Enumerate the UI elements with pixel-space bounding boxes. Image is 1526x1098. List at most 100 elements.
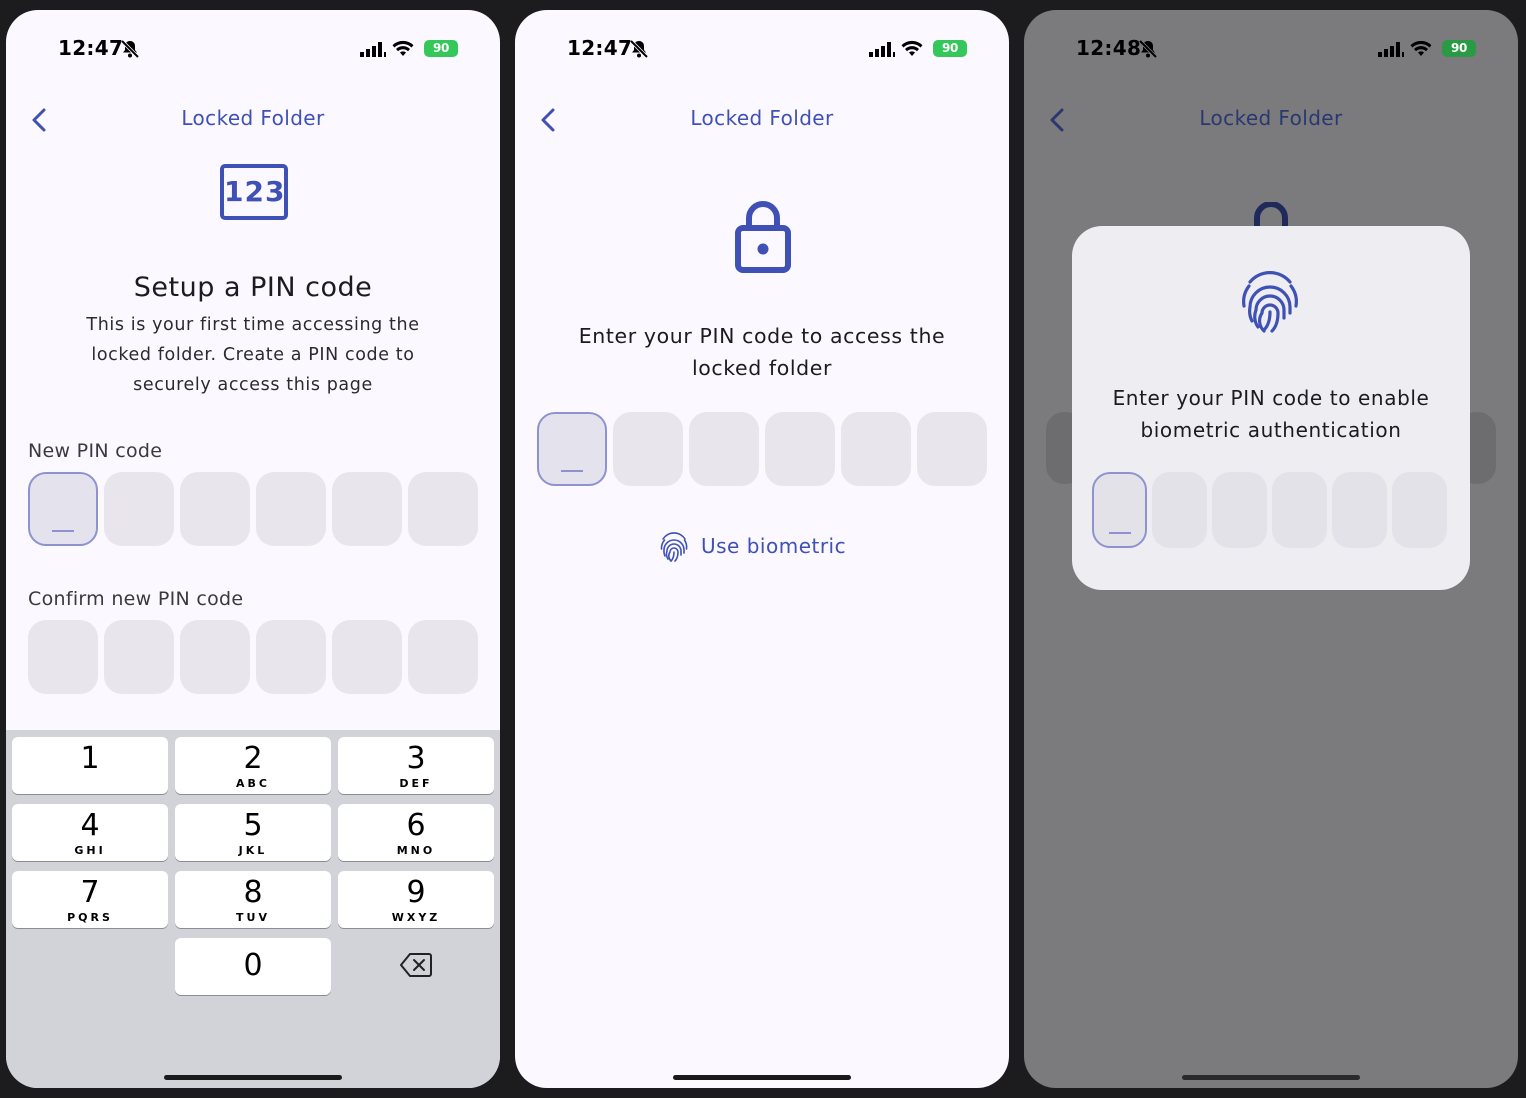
pin-digit-box[interactable] bbox=[537, 412, 607, 486]
pin-digit-box[interactable] bbox=[104, 472, 174, 546]
text-cursor bbox=[52, 530, 74, 532]
phone-enter-pin: 12:47 90 Locked Folder Enter your PIN co… bbox=[515, 10, 1009, 1088]
text-cursor bbox=[561, 470, 583, 472]
pin-123-icon: 123 bbox=[220, 164, 288, 220]
wifi-icon bbox=[1410, 40, 1432, 56]
key-4[interactable]: 4 GHI bbox=[12, 804, 168, 861]
key-letters: PQRS bbox=[67, 911, 113, 924]
signal-icon bbox=[869, 42, 895, 57]
key-8[interactable]: 8 TUV bbox=[175, 871, 331, 928]
confirm-pin-label: Confirm new PIN code bbox=[28, 588, 244, 610]
key-7[interactable]: 7 PQRS bbox=[12, 871, 168, 928]
pin-digit-box[interactable] bbox=[256, 620, 326, 694]
pin-digit-box[interactable] bbox=[841, 412, 911, 486]
key-letters: JKL bbox=[238, 844, 268, 857]
pin-digit-box[interactable] bbox=[1212, 472, 1267, 548]
key-9[interactable]: 9 WXYZ bbox=[338, 871, 494, 928]
key-3[interactable]: 3 DEF bbox=[338, 737, 494, 794]
battery-icon: 90 bbox=[424, 40, 458, 57]
key-digit: 6 bbox=[406, 808, 426, 843]
signal-icon bbox=[360, 42, 386, 57]
pin-digit-box[interactable] bbox=[917, 412, 987, 486]
pin-digit-box[interactable] bbox=[1092, 472, 1147, 548]
pin-digit-box[interactable] bbox=[765, 412, 835, 486]
pin-digit-box[interactable] bbox=[1152, 472, 1207, 548]
key-letters: WXYZ bbox=[391, 911, 441, 924]
status-bar: 12:48 90 bbox=[1076, 36, 1478, 62]
home-indicator bbox=[164, 1075, 342, 1080]
battery-icon: 90 bbox=[1442, 40, 1476, 57]
home-indicator bbox=[673, 1075, 851, 1080]
biometric-dialog: Enter your PIN code to enable biometric … bbox=[1072, 226, 1470, 590]
battery-level: 90 bbox=[941, 41, 959, 55]
confirm-pin-input[interactable] bbox=[28, 620, 484, 694]
pin-digit-box[interactable] bbox=[332, 472, 402, 546]
key-digit: 8 bbox=[243, 875, 263, 910]
pin-digit-box[interactable] bbox=[1332, 472, 1387, 548]
bell-slash-icon bbox=[629, 39, 649, 59]
page-title: Locked Folder bbox=[690, 106, 834, 130]
lock-icon bbox=[735, 201, 791, 273]
key-digit: 7 bbox=[80, 875, 100, 910]
use-biometric-button[interactable]: Use biometric bbox=[659, 528, 846, 564]
status-bar: 12:47 90 bbox=[58, 36, 460, 62]
key-digit: 0 bbox=[243, 948, 263, 983]
key-letters: GHI bbox=[74, 844, 106, 857]
pin-digit-box[interactable] bbox=[689, 412, 759, 486]
backspace-icon bbox=[400, 953, 432, 977]
fingerprint-icon bbox=[1242, 271, 1298, 333]
pin-digit-box[interactable] bbox=[613, 412, 683, 486]
page-title: Locked Folder bbox=[1199, 106, 1343, 130]
dialog-prompt: Enter your PIN code to enable biometric … bbox=[1112, 386, 1430, 442]
key-letters: DEF bbox=[399, 777, 433, 790]
bell-slash-icon bbox=[120, 39, 140, 59]
status-bar: 12:47 90 bbox=[567, 36, 969, 62]
fingerprint-icon bbox=[660, 532, 688, 562]
key-digit: 1 bbox=[80, 741, 100, 776]
phone-setup-pin: 12:47 90 Locked Folder 123 Setup a PIN c… bbox=[6, 10, 500, 1088]
new-pin-label: New PIN code bbox=[28, 440, 163, 462]
status-time: 12:47 bbox=[58, 36, 124, 60]
pin-digit-box[interactable] bbox=[408, 472, 478, 546]
pin-digit-box[interactable] bbox=[1272, 472, 1327, 548]
pin-digit-box[interactable] bbox=[332, 620, 402, 694]
phone-biometric-dialog: 12:48 90 Locked Folder Enter your PIN co… bbox=[1024, 10, 1518, 1088]
pin-digit-box[interactable] bbox=[256, 472, 326, 546]
pin-prompt: Enter your PIN code to access the locked… bbox=[578, 324, 946, 380]
key-digit: 3 bbox=[406, 741, 426, 776]
pin-digit-box[interactable] bbox=[180, 620, 250, 694]
pin-input[interactable] bbox=[537, 412, 993, 486]
battery-icon: 90 bbox=[933, 40, 967, 57]
use-biometric-label: Use biometric bbox=[701, 534, 847, 558]
key-2[interactable]: 2 ABC bbox=[175, 737, 331, 794]
new-pin-input[interactable] bbox=[28, 472, 484, 546]
status-time: 12:48 bbox=[1076, 36, 1142, 60]
numeric-keypad: 1 2 ABC 3 DEF 4 GHI 5 JKL 6 MNO 7 PQRS 8 TUV 9W… bbox=[6, 730, 500, 1088]
signal-icon bbox=[1378, 42, 1404, 57]
wifi-icon bbox=[901, 40, 923, 56]
wifi-icon bbox=[392, 40, 414, 56]
setup-description: This is your first time accessing the lo… bbox=[86, 315, 420, 395]
key-letters: ABC bbox=[236, 777, 270, 790]
key-6[interactable]: 6 MNO bbox=[338, 804, 494, 861]
battery-level: 90 bbox=[1450, 41, 1468, 55]
page-title: Locked Folder bbox=[181, 106, 325, 130]
pin-digit-box[interactable] bbox=[1392, 472, 1447, 548]
setup-heading: Setup a PIN code bbox=[133, 272, 373, 303]
home-indicator bbox=[1182, 1075, 1360, 1080]
delete-key[interactable] bbox=[338, 938, 494, 995]
key-1[interactable]: 1 bbox=[12, 737, 168, 794]
key-5[interactable]: 5 JKL bbox=[175, 804, 331, 861]
pin-digit-box[interactable] bbox=[180, 472, 250, 546]
pin-digit-box[interactable] bbox=[28, 472, 98, 546]
key-digit: 2 bbox=[243, 741, 263, 776]
key-0[interactable]: 0 bbox=[175, 938, 331, 995]
text-cursor bbox=[1108, 532, 1131, 534]
key-letters: TUV bbox=[236, 911, 270, 924]
key-digit: 5 bbox=[243, 808, 263, 843]
pin-digit-box[interactable] bbox=[28, 620, 98, 694]
dialog-pin-input[interactable] bbox=[1092, 472, 1452, 548]
key-digit: 4 bbox=[80, 808, 100, 843]
pin-digit-box[interactable] bbox=[408, 620, 478, 694]
pin-digit-box[interactable] bbox=[104, 620, 174, 694]
